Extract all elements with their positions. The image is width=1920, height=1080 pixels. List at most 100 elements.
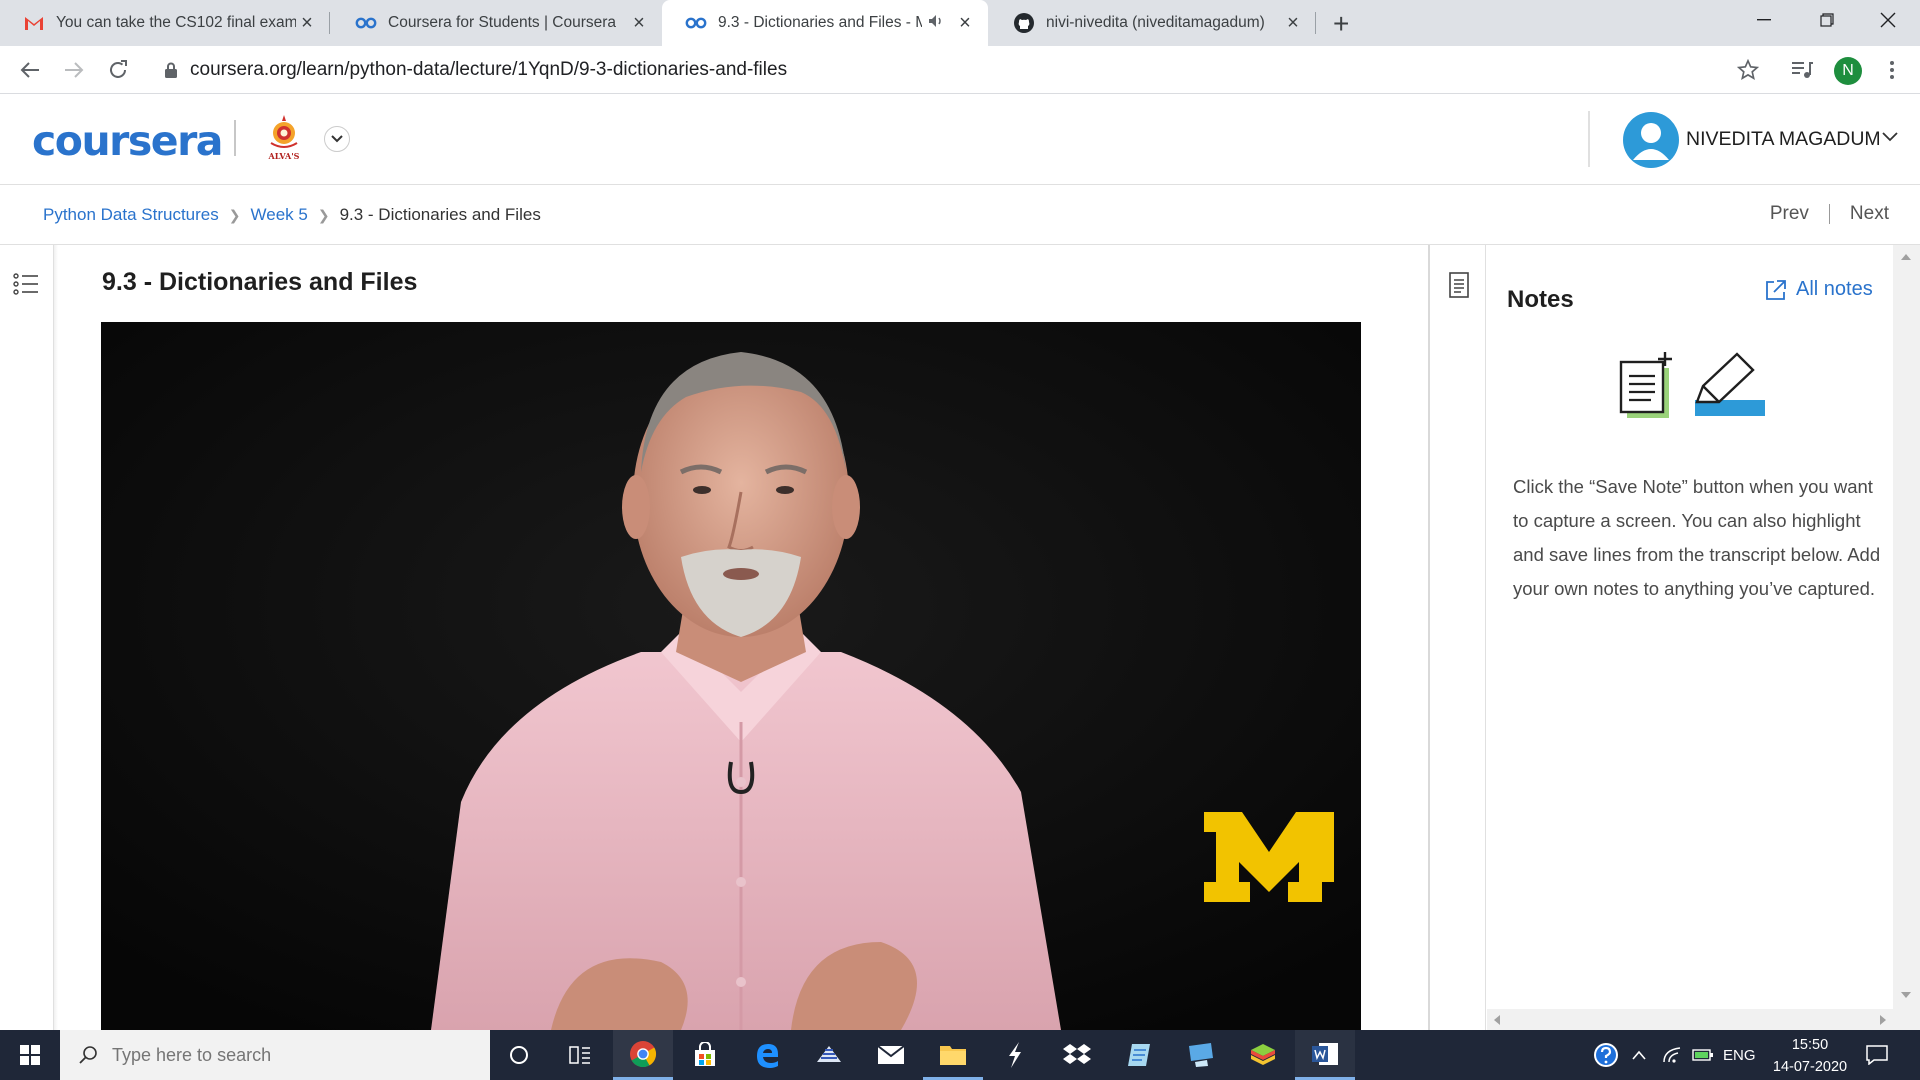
profile-avatar[interactable]: N	[1834, 57, 1862, 85]
lock-icon	[165, 62, 177, 78]
minimize-button[interactable]	[1734, 0, 1794, 40]
clock-date: 14-07-2020	[1772, 1059, 1848, 1075]
bluestacks-icon[interactable]	[1233, 1030, 1293, 1080]
coursera-icon	[354, 11, 378, 35]
forward-button[interactable]	[58, 54, 90, 86]
vertical-scrollbar[interactable]	[1893, 245, 1920, 1030]
browser-tab-lecture[interactable]: 9.3 - Dictionaries and Files - Mo ×	[662, 0, 988, 46]
mail-icon[interactable]	[861, 1030, 921, 1080]
help-icon[interactable]	[1592, 1030, 1620, 1080]
breadcrumb-link-week[interactable]: Week 5	[251, 205, 308, 225]
lecturer-video-frame	[101, 322, 1361, 1030]
battery-icon[interactable]	[1692, 1030, 1714, 1080]
windows-start-button[interactable]	[0, 1030, 60, 1080]
close-tab-icon[interactable]: ×	[954, 12, 976, 35]
institution-dropdown-button[interactable]	[324, 126, 350, 152]
institution-logo[interactable]: ALVA'S	[262, 113, 306, 163]
windows-logo-icon	[20, 1045, 40, 1065]
browser-tab-github[interactable]: nivi-nivedita (niveditamagadum) ×	[990, 0, 1316, 46]
notes-app-icon[interactable]	[1109, 1030, 1169, 1080]
user-avatar[interactable]	[1623, 112, 1679, 168]
coursera-icon	[684, 11, 708, 35]
lecture-pager: Prev Next	[1770, 203, 1889, 225]
breadcrumb-link-course[interactable]: Python Data Structures	[43, 205, 219, 225]
new-tab-button[interactable]: +	[1333, 8, 1349, 40]
breadcrumb-current: 9.3 - Dictionaries and Files	[339, 205, 541, 224]
add-note-icon	[1619, 352, 1672, 418]
app-icon-pattern[interactable]	[799, 1030, 859, 1080]
word-icon[interactable]	[1295, 1030, 1355, 1080]
tab-title: You can take the CS102 final exam	[56, 14, 296, 31]
browser-tab-strip: You can take the CS102 final exam × Cour…	[0, 0, 1920, 46]
browser-toolbar: N	[0, 46, 1920, 94]
kebab-menu-icon[interactable]	[1876, 54, 1908, 86]
notes-panel-title: Notes	[1507, 286, 1574, 313]
speaker-icon[interactable]	[928, 14, 944, 33]
scroll-right-icon[interactable]	[1879, 1015, 1887, 1025]
notes-toggle-icon[interactable]	[1448, 272, 1470, 298]
bookmark-star-icon[interactable]	[1732, 54, 1764, 86]
horizontal-scrollbar[interactable]	[1487, 1009, 1893, 1030]
taskbar-search-input[interactable]	[112, 1044, 472, 1066]
next-button[interactable]: Next	[1850, 203, 1889, 225]
scroll-up-icon[interactable]	[1901, 253, 1911, 261]
tab-title: nivi-nivedita (niveditamagadum)	[1046, 14, 1265, 31]
gmail-icon	[22, 11, 46, 35]
close-tab-icon[interactable]: ×	[296, 12, 318, 35]
prev-button[interactable]: Prev	[1770, 203, 1809, 225]
notification-center-icon[interactable]	[1866, 1030, 1888, 1080]
address-bar[interactable]	[150, 51, 1770, 89]
user-name[interactable]: NIVEDITA MAGADUM	[1686, 128, 1881, 151]
dropbox-icon[interactable]	[1047, 1030, 1107, 1080]
language-indicator[interactable]: ENG	[1723, 1030, 1756, 1080]
external-link-icon	[1766, 279, 1786, 300]
taskbar-search[interactable]	[60, 1030, 490, 1080]
file-explorer-icon[interactable]	[923, 1030, 983, 1080]
notes-help-text: Click the “Save Note” button when you wa…	[1513, 476, 1881, 599]
tab-title: 9.3 - Dictionaries and Files - Mo	[718, 14, 922, 31]
clock-time: 15:50	[1791, 1037, 1829, 1053]
close-window-button[interactable]	[1858, 0, 1918, 40]
scroll-down-icon[interactable]	[1901, 991, 1911, 999]
institution-label: ALVA'S	[268, 151, 300, 161]
browser-tab-coursera-students[interactable]: Coursera for Students | Coursera ×	[332, 0, 662, 46]
remote-desktop-icon[interactable]	[1171, 1030, 1231, 1080]
video-player[interactable]	[101, 322, 1361, 1030]
search-icon	[79, 1046, 97, 1064]
url-input[interactable]	[190, 59, 1590, 81]
chevron-right-icon: ❯	[228, 206, 241, 223]
close-tab-icon[interactable]: ×	[1282, 12, 1304, 35]
highlighter-icon	[1695, 352, 1765, 416]
microsoft-store-icon[interactable]	[675, 1030, 735, 1080]
wifi-icon[interactable]	[1662, 1030, 1682, 1080]
coursera-logo[interactable]: coursera	[32, 117, 223, 165]
tab-title: Coursera for Students | Coursera	[388, 14, 617, 31]
notes-toggle-rail	[1430, 245, 1486, 1030]
site-header: coursera ALVA'S NIVEDITA MAGADUM	[0, 95, 1920, 185]
chevron-down-icon[interactable]	[1882, 129, 1898, 147]
github-icon	[1012, 11, 1036, 35]
restore-button[interactable]	[1797, 0, 1857, 40]
notes-illustration	[1619, 352, 1765, 418]
chevron-right-icon: ❯	[317, 206, 330, 223]
all-notes-label: All notes	[1796, 278, 1873, 300]
task-view-icon[interactable]	[550, 1030, 610, 1080]
lightning-app-icon[interactable]	[985, 1030, 1045, 1080]
system-clock[interactable]: 15:50 14-07-2020	[1765, 1034, 1855, 1078]
windows-taskbar: ENG 15:50 14-07-2020	[0, 1030, 1920, 1080]
cortana-icon[interactable]	[489, 1030, 549, 1080]
all-notes-link[interactable]: All notes	[1765, 278, 1873, 301]
chevron-up-icon[interactable]	[1632, 1030, 1646, 1080]
browser-tab-gmail[interactable]: You can take the CS102 final exam ×	[0, 0, 330, 46]
chrome-icon[interactable]	[613, 1030, 673, 1080]
reload-button[interactable]	[102, 54, 134, 86]
close-tab-icon[interactable]: ×	[628, 12, 650, 35]
media-control-icon[interactable]	[1786, 54, 1818, 86]
scroll-left-icon[interactable]	[1493, 1015, 1501, 1025]
back-button[interactable]	[14, 54, 46, 86]
edge-icon[interactable]	[737, 1030, 797, 1080]
course-outline-rail	[0, 245, 58, 1030]
lecture-title: 9.3 - Dictionaries and Files	[102, 268, 418, 296]
chevron-down-icon	[331, 135, 343, 143]
list-menu-icon[interactable]	[13, 271, 39, 297]
